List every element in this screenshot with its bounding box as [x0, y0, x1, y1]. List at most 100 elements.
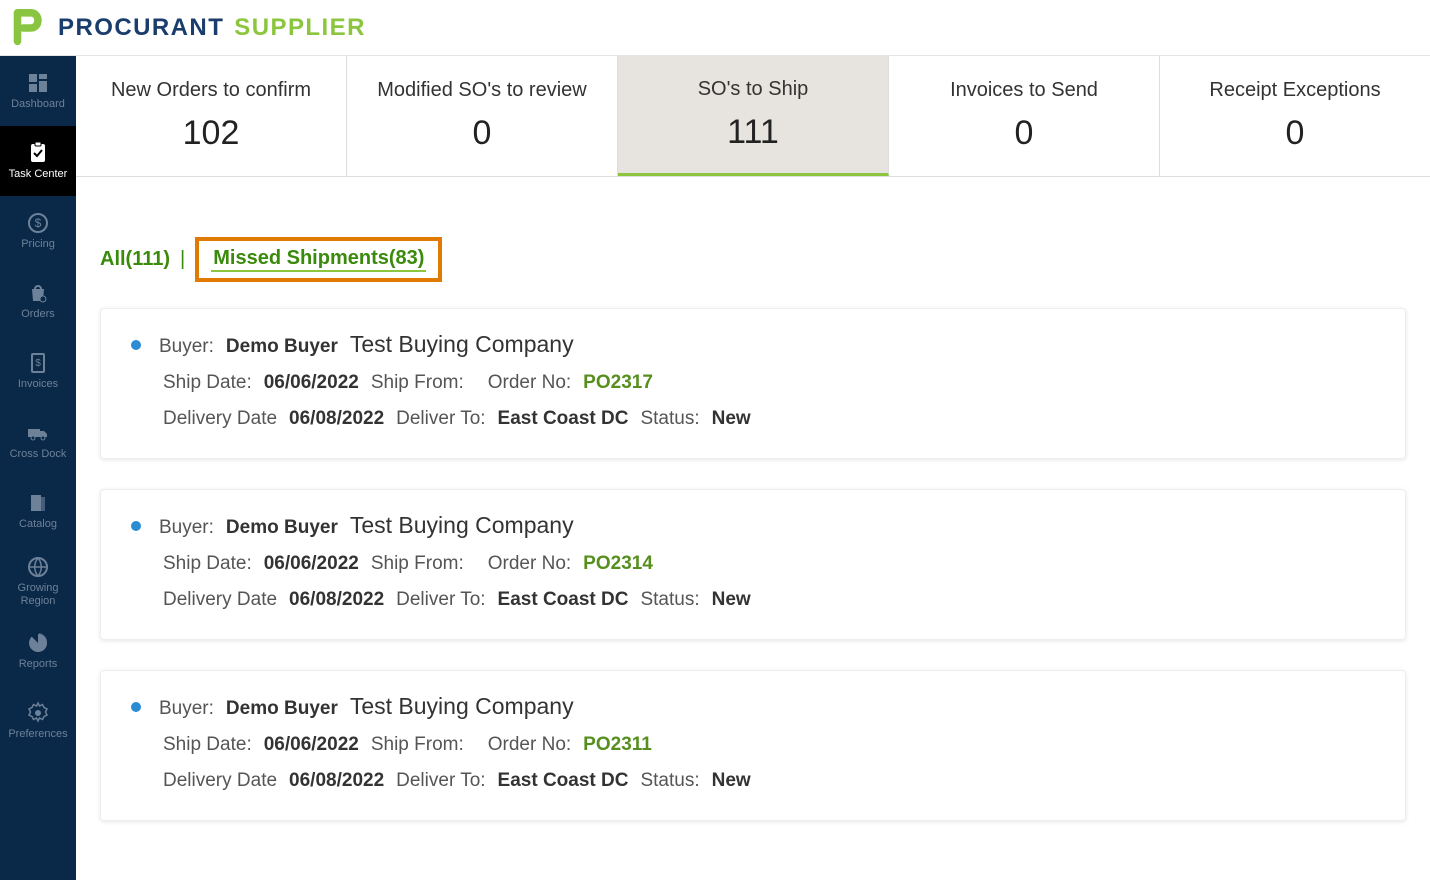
deliver-to-value: East Coast DC [498, 408, 629, 430]
deliver-to-label: Deliver To: [396, 589, 485, 611]
stat-new-orders[interactable]: New Orders to confirm 102 [76, 56, 347, 176]
active-underline [211, 270, 426, 272]
svg-text:$: $ [35, 358, 41, 369]
stat-value: 102 [183, 114, 240, 153]
invoice-icon: $ [26, 351, 50, 375]
order-card[interactable]: Buyer: Demo Buyer Test Buying Company Sh… [100, 489, 1406, 640]
stat-value: 0 [1015, 114, 1034, 153]
sidebar-item-label: Cross Dock [10, 448, 67, 460]
ship-from-label: Ship From: [371, 553, 464, 575]
delivery-date-value: 06/08/2022 [289, 408, 384, 430]
delivery-date-label: Delivery Date [163, 408, 277, 430]
sidebar-item-cross-dock[interactable]: Cross Dock [0, 406, 76, 476]
clipboard-check-icon [26, 141, 50, 165]
status-dot-icon [131, 521, 141, 531]
order-no-link[interactable]: PO2311 [583, 734, 652, 756]
gear-icon [26, 701, 50, 725]
buyer-label: Buyer: [159, 517, 214, 539]
separator: | [180, 248, 185, 271]
sidebar-item-label: Dashboard [11, 98, 65, 110]
order-card[interactable]: Buyer: Demo Buyer Test Buying Company Sh… [100, 308, 1406, 459]
buyer-label: Buyer: [159, 336, 214, 358]
sidebar-item-task-center[interactable]: Task Center [0, 126, 76, 196]
sidebar-item-label: Invoices [18, 378, 58, 390]
catalog-icon [26, 491, 50, 515]
sidebar-item-label: Preferences [8, 728, 67, 740]
order-no-link[interactable]: PO2317 [583, 372, 653, 394]
ship-date-value: 06/06/2022 [264, 734, 359, 756]
dashboard-icon [26, 71, 50, 95]
status-dot-icon [131, 340, 141, 350]
stat-title: Receipt Exceptions [1209, 79, 1380, 102]
stat-sos-to-ship[interactable]: SO's to Ship 111 [618, 56, 889, 176]
ship-date-value: 06/06/2022 [264, 372, 359, 394]
delivery-date-value: 06/08/2022 [289, 589, 384, 611]
sidebar-item-label: Orders [21, 308, 55, 320]
sidebar-item-orders[interactable]: Orders [0, 266, 76, 336]
sidebar-item-preferences[interactable]: Preferences [0, 686, 76, 756]
buyer-company: Test Buying Company [350, 693, 574, 720]
delivery-date-label: Delivery Date [163, 770, 277, 792]
brand-primary: PROCURANT [58, 14, 224, 42]
status-value: New [712, 408, 751, 430]
logo-icon [8, 9, 46, 47]
sidebar-item-label: Pricing [21, 238, 55, 250]
filter-tab-all[interactable]: All(111) [100, 248, 170, 271]
main-content: New Orders to confirm 102 Modified SO's … [76, 56, 1430, 880]
sidebar-item-catalog[interactable]: Catalog [0, 476, 76, 546]
sidebar-item-label: Task Center [9, 168, 68, 180]
dollar-circle-icon: $ [26, 211, 50, 235]
status-label: Status: [640, 770, 699, 792]
buyer-tag: Demo Buyer [226, 336, 338, 358]
order-no-link[interactable]: PO2314 [583, 553, 653, 575]
truck-icon [26, 421, 50, 445]
status-value: New [712, 589, 751, 611]
stat-value: 0 [473, 114, 492, 153]
stat-title: SO's to Ship [698, 78, 809, 101]
sidebar-item-label: Growing Region [0, 582, 76, 606]
globe-icon [26, 555, 50, 579]
stat-value: 111 [727, 113, 779, 152]
buyer-company: Test Buying Company [350, 512, 574, 539]
buyer-tag: Demo Buyer [226, 698, 338, 720]
svg-text:$: $ [35, 216, 42, 230]
ship-date-value: 06/06/2022 [264, 553, 359, 575]
ship-from-label: Ship From: [371, 372, 464, 394]
sidebar-item-growing-region[interactable]: Growing Region [0, 546, 76, 616]
delivery-date-value: 06/08/2022 [289, 770, 384, 792]
ship-date-label: Ship Date: [163, 372, 252, 394]
highlight-annotation: Missed Shipments(83) [195, 237, 442, 282]
sidebar-item-dashboard[interactable]: Dashboard [0, 56, 76, 126]
sidebar-item-label: Catalog [19, 518, 57, 530]
stat-title: New Orders to confirm [111, 79, 311, 102]
stat-modified-sos[interactable]: Modified SO's to review 0 [347, 56, 618, 176]
sidebar-item-reports[interactable]: Reports [0, 616, 76, 686]
ship-from-label: Ship From: [371, 734, 464, 756]
deliver-to-label: Deliver To: [396, 770, 485, 792]
filter-tabs: All(111) | Missed Shipments(83) [100, 237, 1406, 282]
sidebar-item-invoices[interactable]: $ Invoices [0, 336, 76, 406]
deliver-to-value: East Coast DC [498, 770, 629, 792]
stat-value: 0 [1286, 114, 1305, 153]
sidebar-item-pricing[interactable]: $ Pricing [0, 196, 76, 266]
status-value: New [712, 770, 751, 792]
order-card[interactable]: Buyer: Demo Buyer Test Buying Company Sh… [100, 670, 1406, 821]
stat-invoices-to-send[interactable]: Invoices to Send 0 [889, 56, 1160, 176]
status-label: Status: [640, 589, 699, 611]
bag-icon [26, 281, 50, 305]
order-no-label: Order No: [488, 553, 571, 575]
status-label: Status: [640, 408, 699, 430]
stat-title: Modified SO's to review [377, 79, 586, 102]
ship-date-label: Ship Date: [163, 553, 252, 575]
ship-date-label: Ship Date: [163, 734, 252, 756]
topbar: PROCURANT SUPPLIER [0, 0, 1430, 56]
filter-tab-missed-shipments[interactable]: Missed Shipments(83) [213, 247, 424, 269]
stat-receipt-exceptions[interactable]: Receipt Exceptions 0 [1160, 56, 1430, 176]
delivery-date-label: Delivery Date [163, 589, 277, 611]
order-no-label: Order No: [488, 734, 571, 756]
sidebar-item-label: Reports [19, 658, 58, 670]
stat-title: Invoices to Send [950, 79, 1098, 102]
brand-secondary: SUPPLIER [234, 14, 366, 42]
buyer-tag: Demo Buyer [226, 517, 338, 539]
buyer-label: Buyer: [159, 698, 214, 720]
